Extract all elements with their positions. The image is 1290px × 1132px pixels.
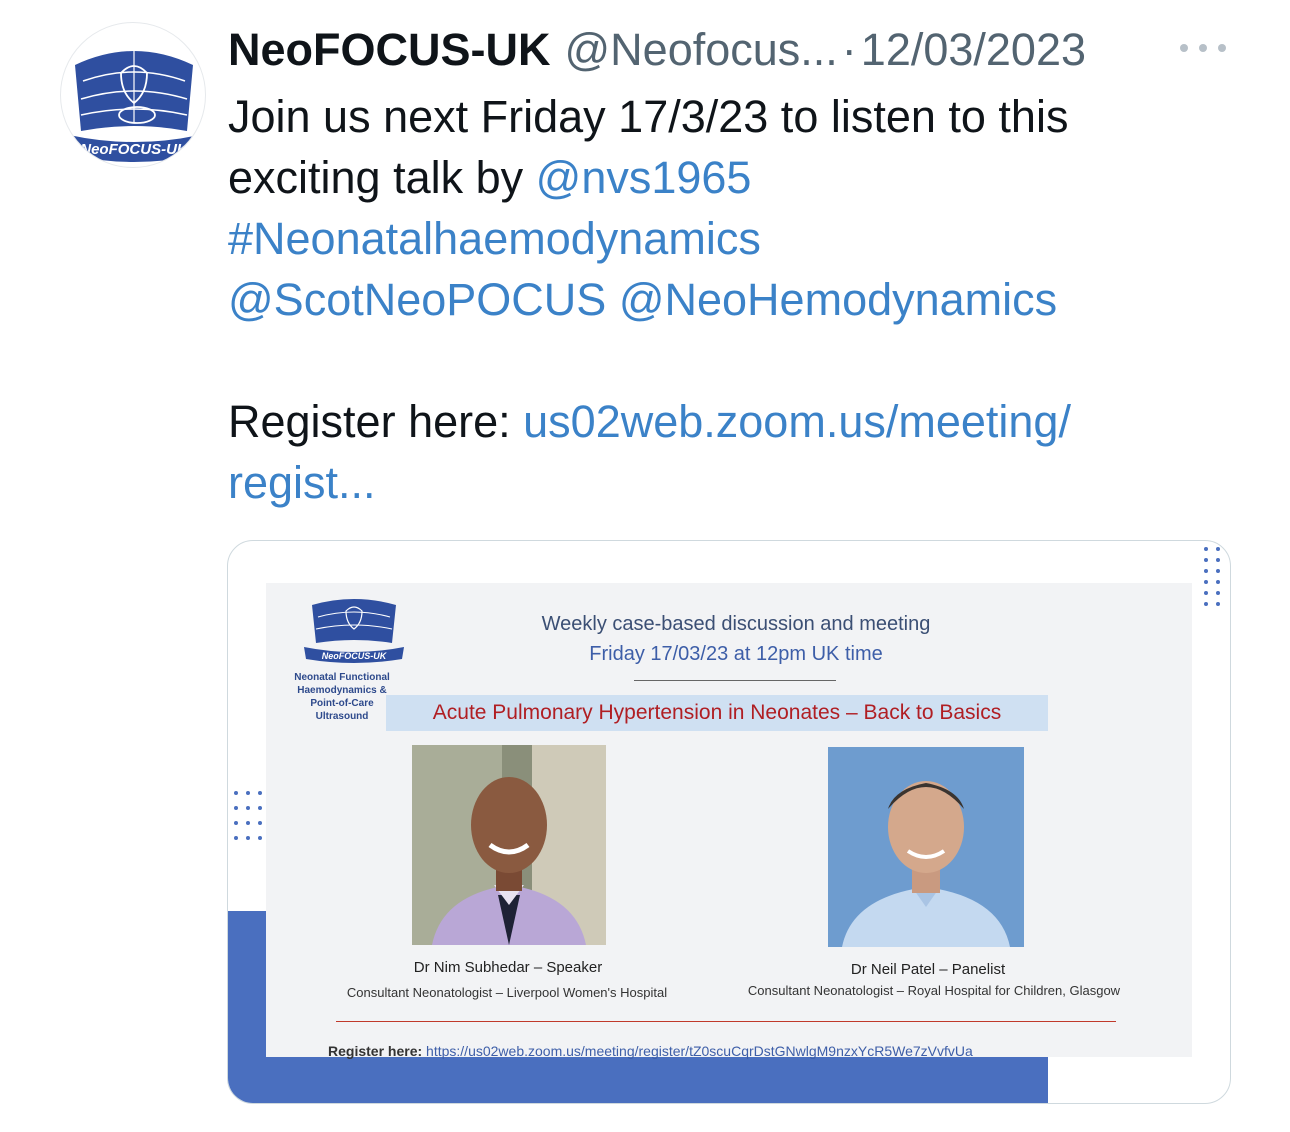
divider bbox=[634, 680, 836, 681]
tweet-line: @ScotNeoPOCUS @NeoHemodynamics bbox=[228, 269, 1228, 330]
attached-image[interactable]: NeoFOCUS-UK Neonatal Functional Haemodyn… bbox=[227, 540, 1231, 1104]
tweet-text: Join us next Friday 17/3/23 to listen to… bbox=[228, 86, 1228, 513]
tweet-line: Register here: us02web.zoom.us/meeting/ bbox=[228, 391, 1228, 452]
event-slide: NeoFOCUS-UK Neonatal Functional Haemodyn… bbox=[266, 583, 1192, 1059]
tweet-line: Join us next Friday 17/3/23 to listen to… bbox=[228, 91, 1069, 142]
display-name[interactable]: NeoFOCUS-UK bbox=[228, 24, 551, 76]
svg-text:NeoFOCUS-UK: NeoFOCUS-UK bbox=[322, 651, 388, 661]
tweet-line: #Neonatalhaemodynamics bbox=[228, 208, 1228, 269]
neofocus-logo-icon: NeoFOCUS-UK bbox=[294, 595, 414, 665]
avatar[interactable]: NeoFOCUS-UK bbox=[60, 22, 206, 168]
talk-title-banner: Acute Pulmonary Hypertension in Neonates… bbox=[386, 695, 1048, 731]
panelist-role: Consultant Neonatologist – Royal Hospita… bbox=[747, 983, 1121, 998]
mention-scotneopocus[interactable]: @ScotNeoPOCUS bbox=[228, 274, 606, 325]
tweet-date[interactable]: 12/03/2023 bbox=[861, 24, 1086, 76]
tweet-line: regist... bbox=[228, 452, 1228, 513]
tweet-line: exciting talk by @nvs1965 bbox=[228, 147, 1228, 208]
tweet-line-text: exciting talk by bbox=[228, 152, 536, 203]
decorative-dots bbox=[1204, 547, 1220, 606]
meeting-date: Friday 17/03/23 at 12pm UK time bbox=[589, 643, 883, 665]
more-horizontal-icon[interactable] bbox=[1180, 36, 1226, 60]
user-handle[interactable]: @Neofocus... bbox=[565, 24, 838, 76]
tweet-header: NeoFOCUS-UK @Neofocus... · 12/03/2023 bbox=[228, 22, 1086, 78]
panelist-name: Dr Neil Patel – Panelist bbox=[850, 961, 1006, 978]
caption-line: Neonatal Functional bbox=[294, 672, 390, 683]
slide-register-line: Register here: https://us02web.zoom.us/m… bbox=[328, 1043, 973, 1059]
mention-neohemodynamics[interactable]: @NeoHemodynamics bbox=[619, 274, 1057, 325]
tweet-card[interactable]: NeoFOCUS-UK NeoFOCUS-UK @Neofocus... · 1… bbox=[0, 0, 1290, 1132]
neofocus-logo-icon: NeoFOCUS-UK bbox=[69, 45, 199, 162]
panelist-photo bbox=[828, 747, 1024, 947]
register-link-continued[interactable]: regist... bbox=[228, 457, 376, 508]
hashtag-neonatalhaemodynamics[interactable]: #Neonatalhaemodynamics bbox=[228, 213, 761, 264]
speaker-photo bbox=[412, 745, 606, 945]
speaker-name: Dr Nim Subhedar – Speaker bbox=[413, 959, 603, 976]
separator-dot: · bbox=[841, 24, 857, 75]
slide-register-label: Register here: bbox=[328, 1043, 423, 1059]
speaker-role: Consultant Neonatologist – Liverpool Wom… bbox=[346, 985, 668, 1000]
meeting-title: Weekly case-based discussion and meeting bbox=[541, 613, 931, 635]
mention-nvs1965[interactable]: @nvs1965 bbox=[536, 152, 752, 203]
register-label: Register here: bbox=[228, 396, 524, 447]
svg-text:NeoFOCUS-UK: NeoFOCUS-UK bbox=[80, 141, 189, 158]
slide-register-url: https://us02web.zoom.us/meeting/register… bbox=[426, 1043, 973, 1059]
register-link[interactable]: us02web.zoom.us/meeting/ bbox=[523, 396, 1071, 447]
divider bbox=[336, 1021, 1116, 1022]
